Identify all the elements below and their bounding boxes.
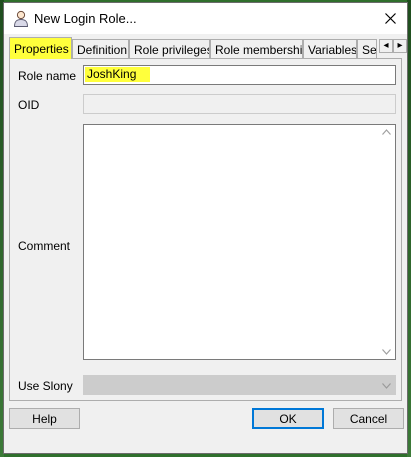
tab-security[interactable]: Se [357,39,377,58]
use-slony-label: Use Slony [18,379,73,393]
role-name-field[interactable]: JoshKing [83,65,396,85]
tab-strip: Properties Definition Role privileges Ro… [9,37,407,59]
close-button[interactable] [377,6,403,30]
help-button-label: Help [32,411,57,426]
role-name-label: Role name [18,69,77,83]
comment-scrollbar[interactable] [378,125,395,359]
tab-role-privileges-label: Role privileges [134,43,210,57]
tab-scroll-right-button[interactable]: ▸ [393,39,407,53]
use-slony-select [83,375,396,395]
cancel-button-label: Cancel [349,411,388,426]
ok-button-label: OK [279,411,297,426]
ok-button[interactable]: OK [252,408,324,429]
window-title: New Login Role... [34,11,137,26]
tab-properties-label: Properties [14,42,69,56]
oid-field [83,94,396,114]
close-icon [384,12,396,24]
tab-role-membership-label: Role membership [215,43,303,57]
oid-label: OID [18,98,40,112]
tab-security-label: Se [362,43,377,57]
cancel-button[interactable]: Cancel [333,408,404,429]
tab-definition-label: Definition [77,43,128,57]
comment-textarea[interactable] [83,124,396,360]
title-bar: New Login Role... [4,3,407,34]
tab-role-membership[interactable]: Role membership [210,39,303,58]
tab-role-privileges[interactable]: Role privileges [129,39,210,58]
tab-definition[interactable]: Definition [72,39,129,58]
chevron-down-icon [382,383,391,389]
chevron-down-icon [382,349,391,355]
role-name-value: JoshKing [85,67,151,82]
tab-properties[interactable]: Properties [9,37,72,59]
tab-variables-label: Variables [308,43,357,57]
button-bar: Help OK Cancel [4,401,407,453]
tab-scroll-left-button[interactable]: ◂ [379,39,393,53]
caret-left-icon: ◂ [383,40,389,51]
tab-variables[interactable]: Variables [303,39,357,58]
help-button[interactable]: Help [9,408,80,429]
chevron-up-icon [382,129,391,135]
login-role-dialog: New Login Role... Properties Definition … [3,2,408,454]
comment-label: Comment [18,239,71,253]
properties-page: Role name JoshKing OID Comment Use Slony [9,58,402,401]
user-icon [13,10,29,27]
caret-right-icon: ▸ [397,40,403,51]
